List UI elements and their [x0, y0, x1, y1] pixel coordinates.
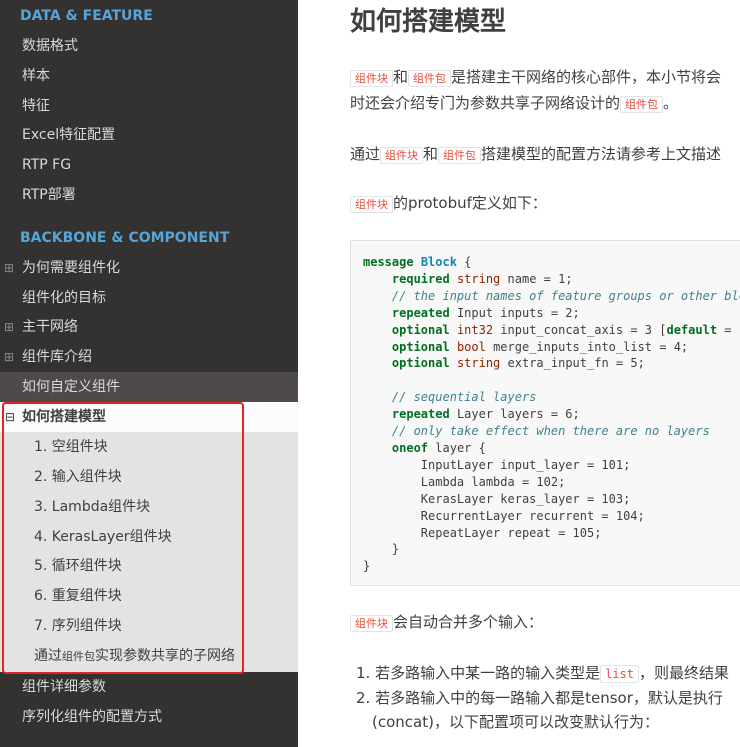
subnav-item-repeat-block[interactable]: 6. 重复组件块 [0, 581, 298, 611]
nav-item-sample[interactable]: 样本 [0, 61, 298, 91]
nav-item-component-goal[interactable]: 组件化的目标 [0, 283, 298, 313]
text: ，则最终结果 [639, 664, 730, 682]
inline-code: 组件包 [620, 96, 664, 113]
nav-item-excel-feature-config[interactable]: Excel特征配置 [0, 120, 298, 150]
text: 的protobuf定义如下： [393, 194, 547, 212]
text: 搭建模型的配置方法请参考上文描述 [481, 145, 722, 163]
subnav-item-code: 组件包 [62, 650, 95, 663]
nav-item-component-library[interactable]: ⊞ 组件库介绍 [0, 342, 298, 372]
code-block: message Block { required string name = 1… [350, 240, 740, 586]
page-title: 如何搭建模型 [350, 7, 507, 37]
subnav-item-keraslayer-block[interactable]: 4. KerasLayer组件块 [0, 522, 298, 552]
subnav-item-prefix: 通过 [34, 648, 62, 664]
subnav: 1. 空组件块 2. 输入组件块 3. Lambda组件块 4. KerasLa… [0, 432, 298, 672]
nav-item-custom-component[interactable]: 如何自定义组件 [0, 372, 298, 402]
section-caption-backbone: BACKBONE & COMPONENT [20, 230, 230, 246]
code-text: message Block { required string name = 1… [363, 255, 740, 574]
paragraph-config-ref: 通过 组件块和组件包 搭建模型的配置方法请参考上文描述 [350, 141, 721, 169]
subnav-item-empty-block[interactable]: 1. 空组件块 [0, 432, 298, 462]
nav-item-component-params[interactable]: 组件详细参数 [0, 672, 298, 702]
text: 。 [663, 94, 679, 112]
nav-item-feature[interactable]: 特征 [0, 91, 298, 121]
inline-code: 组件块 [350, 615, 393, 632]
section-caption-data-feature: DATA & FEATURE [20, 8, 153, 24]
expand-icon[interactable]: ⊞ [4, 253, 14, 283]
paragraph-merge-inputs: 组件块 会自动合并多个输入： [350, 609, 543, 637]
nav-item-label: 如何自定义组件 [22, 379, 120, 395]
nav-item-label: 主干网络 [22, 319, 78, 335]
text: 会自动合并多个输入： [393, 613, 544, 631]
expand-icon[interactable]: ⊞ [4, 312, 14, 342]
text: 和 [393, 68, 409, 86]
nav-item-data-format[interactable]: 数据格式 [0, 31, 298, 61]
inline-code: 组件块 [350, 196, 393, 213]
subnav-item-suffix: 实现参数共享的子网络 [95, 648, 235, 664]
inline-code: 组件包 [408, 70, 452, 87]
text: 时还会介绍专门为参数共享子网络设计的 [350, 94, 621, 112]
subnav-item-recurrent-block[interactable]: 5. 循环组件块 [0, 551, 298, 581]
text: 通过 [350, 145, 381, 163]
nav-item-rtp-deploy[interactable]: RTP部署 [0, 180, 298, 210]
list-item-1: 1. 若多路输入中某一路的输入类型是 list ，则最终结果 [356, 661, 729, 686]
inline-code: 组件块 [350, 70, 393, 87]
inline-code: 组件块 [380, 147, 424, 164]
sidebar: DATA & FEATURE 数据格式 样本 特征 Excel特征配置 RTP … [0, 0, 298, 747]
nav-item-label: 如何搭建模型 [22, 409, 106, 425]
list-item-2-cont: (concat)，以下配置项可以改变默认行为： [372, 713, 659, 731]
list-item-2: 2. 若多路输入中的每一路输入都是tensor，默认是执行 [356, 689, 723, 707]
nav-item-label: 为何需要组件化 [22, 260, 120, 276]
text: 是搭建主干网络的核心部件，本小节将会 [451, 68, 722, 86]
inline-code: list [600, 665, 639, 683]
subnav-item-input-block[interactable]: 2. 输入组件块 [0, 462, 298, 492]
subnav-item-lambda-block[interactable]: 3. Lambda组件块 [0, 492, 298, 522]
text: 和 [423, 145, 439, 163]
nav-item-why-component[interactable]: ⊞ 为何需要组件化 [0, 253, 298, 283]
nav-item-label: 组件化的目标 [22, 290, 106, 306]
paragraph-intro-line1: 组件块和组件包 是搭建主干网络的核心部件，本小节将会 [350, 64, 721, 92]
nav-item-serialized-config[interactable]: 序列化组件的配置方式 [0, 702, 298, 732]
paragraph-protobuf-def: 组件块 的protobuf定义如下： [350, 190, 547, 218]
main-content: 如何搭建模型 组件块和组件包 是搭建主干网络的核心部件，本小节将会 时还会介绍专门… [298, 0, 740, 747]
text: 1. 若多路输入中某一路的输入类型是 [356, 664, 601, 682]
nav-item-rtp-fg[interactable]: RTP FG [0, 150, 298, 180]
inline-code: 组件包 [438, 147, 482, 164]
subnav-item-sequential-block[interactable]: 7. 序列组件块 [0, 611, 298, 641]
subnav-item-shared-subnetwork[interactable]: 通过组件包实现参数共享的子网络 [0, 641, 298, 671]
expand-icon[interactable]: ⊞ [4, 342, 14, 372]
collapse-icon[interactable]: ⊟ [5, 402, 15, 432]
paragraph-intro-line2: 时还会介绍专门为参数共享子网络设计的 组件包。 [350, 90, 678, 118]
nav-item-backbone[interactable]: ⊞ 主干网络 [0, 312, 298, 342]
nav-item-label: 组件库介绍 [22, 349, 92, 365]
nav-item-build-model-current[interactable]: ⊟ 如何搭建模型 [0, 402, 298, 432]
